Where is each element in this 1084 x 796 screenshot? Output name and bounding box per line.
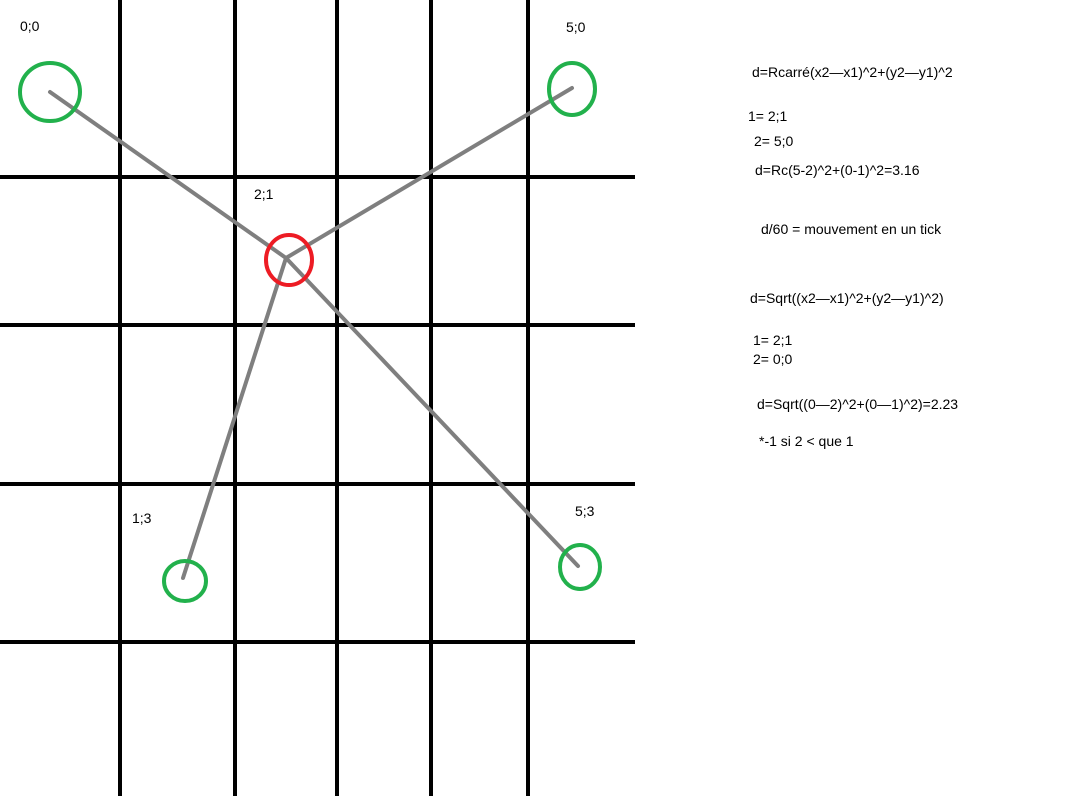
point-1-3-label: 1;3 — [132, 510, 152, 526]
sign-rule: *-1 si 2 < que 1 — [759, 433, 854, 449]
point-5-3-label: 5;3 — [575, 503, 595, 519]
example2-point2: 2= 0;0 — [753, 351, 793, 367]
point-5-0-label: 5;0 — [566, 19, 586, 35]
example2-point1: 1= 2;1 — [753, 332, 793, 348]
example2-result: d=Sqrt((0—2)^2+(0—1)^2)=2.23 — [757, 396, 959, 412]
example1-result: d=Rc(5-2)^2+(0-1)^2=3.16 — [755, 162, 920, 178]
example1-point2: 2= 5;0 — [754, 133, 794, 149]
formula-rcarre: d=Rcarré(x2—x1)^2+(y2—y1)^2 — [752, 64, 953, 80]
point-0-0-label: 0;0 — [20, 18, 40, 34]
formula-sqrt: d=Sqrt((x2—x1)^2+(y2—y1)^2) — [750, 290, 944, 306]
example1-point1: 1= 2;1 — [748, 108, 788, 124]
tick-rule: d/60 = mouvement en un tick — [761, 221, 942, 237]
point-5-3-circle — [558, 543, 602, 591]
point-2-1-label: 2;1 — [254, 186, 274, 202]
